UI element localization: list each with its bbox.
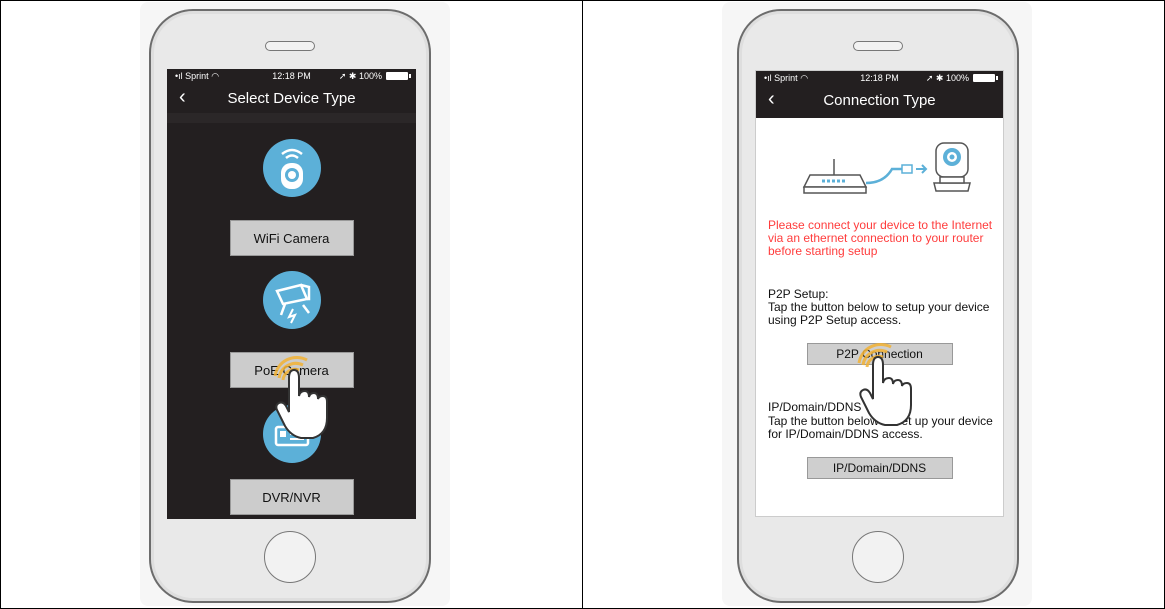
wifi-camera-button[interactable]: WiFi Camera: [229, 220, 354, 256]
left-screen: •ıl Sprint ◠ 12:18 PM ➚ ✱ 100% ‹ Select …: [167, 69, 416, 519]
left-phone: •ıl Sprint ◠ 12:18 PM ➚ ✱ 100% ‹ Select …: [149, 9, 431, 603]
battery-icon: [973, 74, 998, 82]
ptz-camera-icon: [933, 142, 971, 192]
bluetooth-icon: ✱: [935, 73, 944, 83]
carrier-label: •ıl Sprint ◠: [175, 71, 220, 81]
tap-hand-icon: [853, 341, 917, 434]
bluetooth-icon: ✱: [348, 71, 357, 81]
wifi-icon: ◠: [800, 73, 809, 83]
page-title: Connection Type: [823, 92, 936, 109]
carrier-label: •ıl Sprint ◠: [764, 73, 809, 83]
router-camera-illustration: [794, 125, 974, 210]
location-icon: ➚: [338, 71, 347, 81]
nav-bar: ‹ Connection Type: [756, 85, 1003, 115]
signal-icon: •ıl: [175, 71, 186, 81]
battery-percent: ➚ ✱ 100%: [925, 73, 969, 83]
wifi-icon: ◠: [211, 71, 220, 81]
right-screen: •ıl Sprint ◠ 12:18 PM ➚ ✱ 100% ‹ Connect…: [755, 70, 1004, 517]
panel-divider: [582, 0, 583, 609]
status-bar: •ıl Sprint ◠ 12:18 PM ➚ ✱ 100%: [167, 69, 416, 83]
battery-icon: [386, 72, 411, 80]
wifi-camera-icon[interactable]: [262, 139, 321, 197]
right-phone: •ıl Sprint ◠ 12:18 PM ➚ ✱ 100% ‹ Connect…: [737, 9, 1019, 603]
location-icon: ➚: [925, 73, 934, 83]
ip-domain-ddns-button[interactable]: IP/Domain/DDNS: [806, 457, 953, 479]
nav-bar: ‹ Select Device Type: [167, 83, 416, 113]
status-bar: •ıl Sprint ◠ 12:18 PM ➚ ✱ 100%: [756, 71, 1003, 85]
home-button[interactable]: [264, 531, 316, 583]
p2p-description: Tap the button below to setup your devic…: [768, 300, 990, 327]
dvr-nvr-button[interactable]: DVR/NVR: [229, 479, 354, 515]
clock: 12:18 PM: [860, 73, 899, 83]
speaker-grille: [853, 41, 903, 51]
clock: 12:18 PM: [272, 71, 311, 81]
signal-icon: •ıl: [764, 73, 775, 83]
home-button[interactable]: [852, 531, 904, 583]
page-title: Select Device Type: [227, 90, 356, 107]
battery-percent: ➚ ✱ 100%: [338, 71, 382, 81]
tap-hand-icon: [269, 354, 333, 447]
speaker-grille: [265, 41, 315, 51]
warning-message: Please connect your device to the Intern…: [768, 218, 993, 258]
poe-camera-icon[interactable]: [262, 271, 321, 329]
router-icon: [802, 159, 868, 194]
nav-divider: [167, 113, 416, 123]
